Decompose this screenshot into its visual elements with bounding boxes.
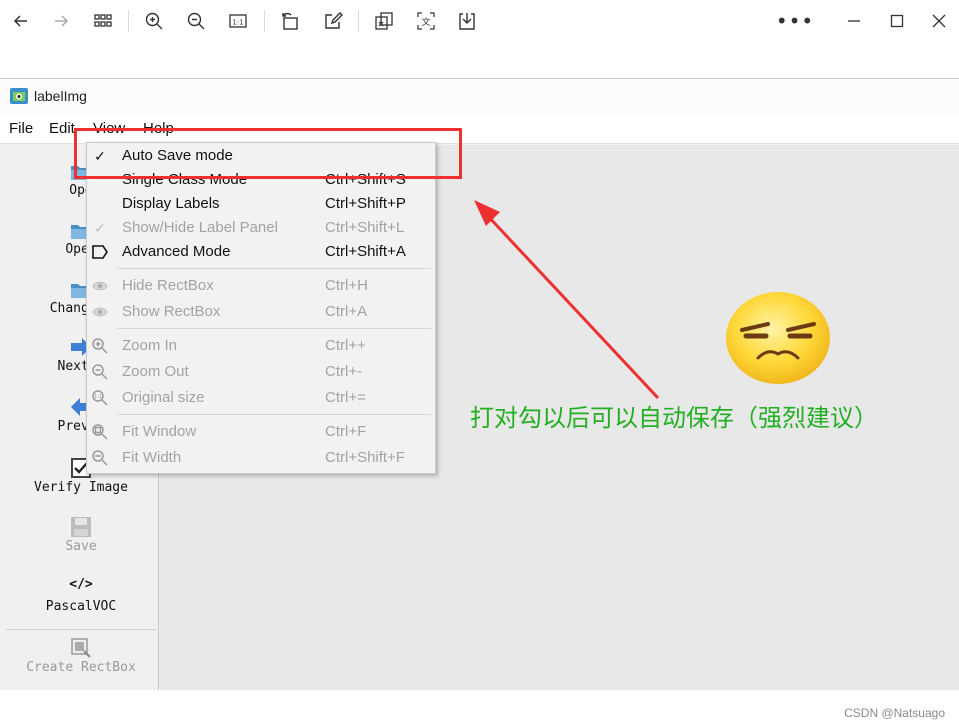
menu-item-show-rectbox[interactable]: Show RectBox Ctrl+A [87, 300, 435, 324]
fit-width-icon [91, 449, 109, 467]
tool-label: Create RectBox [26, 660, 136, 675]
menu-edit[interactable]: Edit [49, 120, 75, 137]
highlight-box [74, 128, 462, 179]
menu-item-hide-rectbox[interactable]: Hide RectBox Ctrl+H [87, 274, 435, 298]
zoom-in-icon [91, 337, 109, 355]
menu-item-fit-window[interactable]: Fit Window Ctrl+F [87, 420, 435, 444]
more-icon[interactable]: ••• [776, 8, 813, 34]
viewer-toolbar: 1:1 文 ••• [0, 0, 959, 44]
svg-text:1:1: 1:1 [232, 19, 243, 27]
tool-label: Save [65, 539, 97, 554]
menu-item-zoom-out[interactable]: Zoom Out Ctrl+- [87, 360, 435, 384]
svg-text:文: 文 [421, 16, 430, 28]
maximize-icon[interactable] [884, 8, 910, 34]
zoom-out-icon [91, 363, 109, 381]
menu-item-display-labels[interactable]: Display Labels Ctrl+Shift+P [87, 192, 435, 216]
save-button[interactable]: Save [4, 515, 158, 554]
menu-item-fit-width[interactable]: Fit Width Ctrl+Shift+F [87, 446, 435, 470]
view-menu-dropdown: ✓ Auto Save mode Single Class Mode Ctrl+… [86, 142, 436, 474]
svg-text:1:1: 1:1 [94, 394, 102, 400]
save-icon[interactable] [454, 8, 480, 34]
fit-window-icon [91, 423, 109, 441]
menu-item-original-size[interactable]: 1:1 Original size Ctrl+= [87, 386, 435, 410]
annotation-arrow [474, 200, 660, 400]
annotation-note: 打对勾以后可以自动保存（强烈建议） [470, 404, 878, 432]
edit-icon[interactable] [320, 8, 346, 34]
close-icon[interactable] [926, 8, 952, 34]
app-logo-icon [10, 88, 28, 104]
menu-item-advanced-mode[interactable]: Advanced Mode Ctrl+Shift+A [87, 240, 435, 264]
minimize-icon[interactable] [841, 8, 867, 34]
actual-size-icon[interactable]: 1:1 [225, 8, 251, 34]
translate-icon[interactable]: 文 [413, 8, 439, 34]
window-title: labelImg [34, 88, 87, 104]
eye-icon [91, 277, 109, 295]
title-bar: labelImg [0, 79, 959, 115]
code-icon: </> [69, 577, 93, 592]
rotate-icon[interactable] [277, 8, 303, 34]
zoom-original-icon: 1:1 [91, 389, 109, 407]
floppy-icon [71, 517, 91, 537]
tag-icon [91, 243, 109, 261]
back-icon[interactable] [8, 8, 34, 34]
menu-item-zoom-in[interactable]: Zoom In Ctrl++ [87, 334, 435, 358]
tool-label: PascalVOC [45, 599, 117, 614]
watermark: CSDN @Natsuago [844, 706, 945, 720]
annoyed-face-emoji [726, 292, 830, 384]
zoom-out-icon[interactable] [183, 8, 209, 34]
menu-file[interactable]: File [9, 120, 33, 137]
menu-item-show-hide-label-panel[interactable]: ✓ Show/Hide Label Panel Ctrl+Shift+L [87, 216, 435, 240]
zoom-in-icon[interactable] [141, 8, 167, 34]
tool-label: Verify Image [34, 480, 128, 495]
rectbox-icon [71, 638, 91, 658]
status-bar: CSDN @Natsuago [0, 690, 959, 720]
eye-icon [91, 303, 109, 321]
create-rectbox-button[interactable]: Create RectBox [4, 636, 158, 675]
checkmark-icon: ✓ [94, 219, 106, 236]
forward-icon[interactable] [48, 8, 74, 34]
extract-text-icon[interactable] [371, 8, 397, 34]
thumbnails-icon[interactable] [90, 8, 116, 34]
format-pascalvoc-button[interactable]: </> PascalVOC [4, 577, 158, 614]
